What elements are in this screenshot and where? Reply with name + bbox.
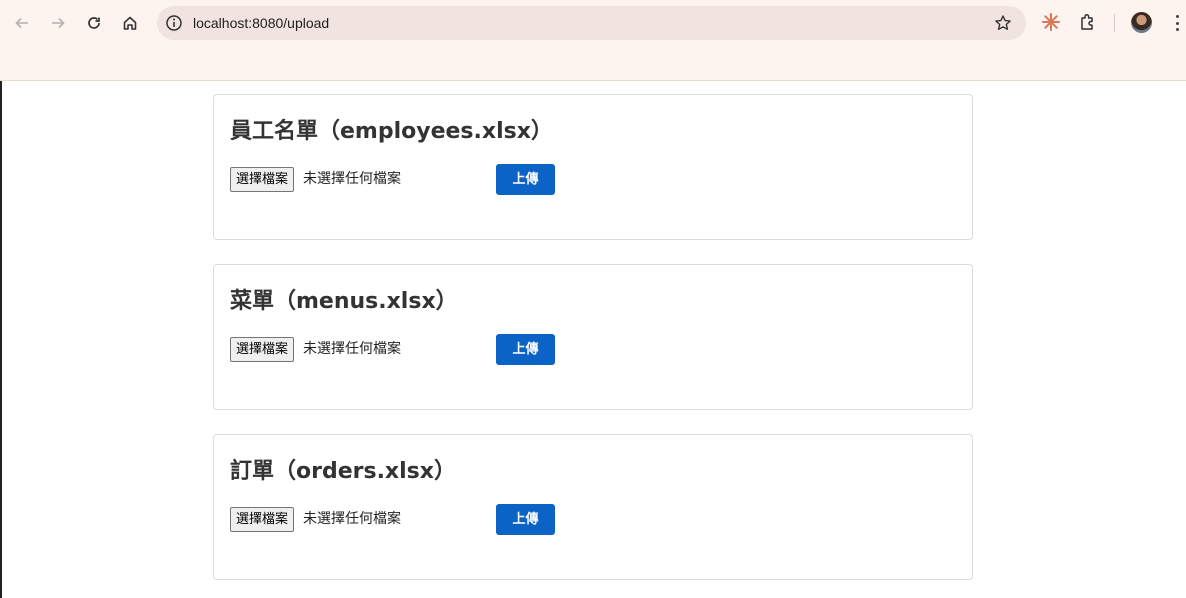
upload-card-employees: 員工名單（employees.xlsx） 選擇檔案 未選擇任何檔案 上傳 [213, 94, 973, 240]
bookmark-star-icon[interactable] [994, 14, 1012, 32]
section-title: 訂單（orders.xlsx） [230, 459, 456, 484]
section-title: 菜單（menus.xlsx） [230, 289, 458, 314]
upload-card-menus: 菜單（menus.xlsx） 選擇檔案 未選擇任何檔案 上傳 [213, 264, 973, 410]
upload-button[interactable]: 上傳 [496, 334, 555, 365]
back-arrow-icon[interactable] [8, 9, 36, 37]
file-status: 未選擇任何檔案 [303, 511, 401, 527]
home-icon[interactable] [116, 9, 144, 37]
upload-button[interactable]: 上傳 [496, 504, 555, 535]
section-title: 員工名單（employees.xlsx） [230, 119, 553, 144]
forward-arrow-icon[interactable] [44, 9, 72, 37]
file-status: 未選擇任何檔案 [303, 341, 401, 357]
choose-file-button[interactable]: 選擇檔案 [230, 167, 295, 192]
address-bar[interactable]: localhost:8080/upload [157, 6, 1026, 40]
page-content: 員工名單（employees.xlsx） 選擇檔案 未選擇任何檔案 上傳 菜單（… [0, 81, 1186, 598]
browser-toolbar: localhost:8080/upload [0, 0, 1186, 81]
toolbar-divider [1114, 14, 1115, 32]
upload-card-orders: 訂單（orders.xlsx） 選擇檔案 未選擇任何檔案 上傳 [213, 434, 973, 580]
file-status: 未選擇任何檔案 [303, 171, 401, 187]
url-text[interactable]: localhost:8080/upload [193, 6, 329, 40]
profile-avatar[interactable] [1131, 12, 1152, 33]
choose-file-button[interactable]: 選擇檔案 [230, 337, 295, 362]
reload-icon[interactable] [80, 9, 108, 37]
choose-file-button[interactable]: 選擇檔案 [230, 507, 295, 532]
menu-kebab-icon[interactable] [1172, 12, 1182, 34]
upload-button[interactable]: 上傳 [496, 164, 555, 195]
site-info-icon[interactable] [165, 14, 183, 32]
claude-extension-icon[interactable] [1040, 11, 1062, 33]
extensions-puzzle-icon[interactable] [1077, 11, 1099, 33]
